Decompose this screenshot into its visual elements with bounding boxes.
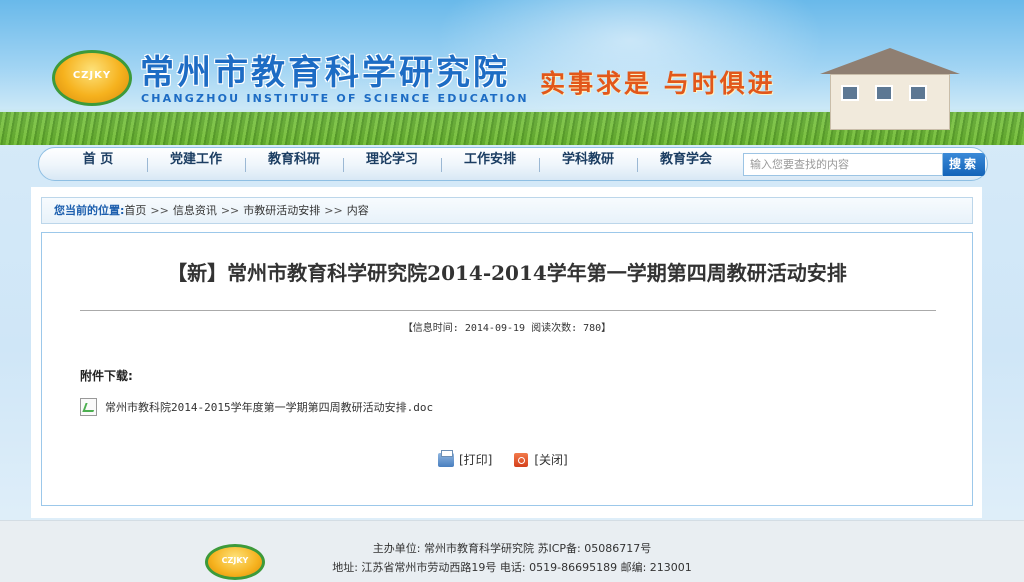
site-title: 常州市教育科学研究院: [140, 53, 510, 93]
breadcrumb-item-activity-schedule[interactable]: 市教研活动安排: [243, 198, 320, 223]
title-divider: [80, 310, 936, 311]
attachment-link[interactable]: 常州市教科院2014-2015学年度第一学期第四周教研活动安排.doc: [80, 398, 433, 416]
nav-item-education-society[interactable]: 教育学会: [637, 148, 735, 182]
footer: CZJKY 主办单位: 常州市教育科学研究院 苏ICP备: 05086717号 …: [0, 520, 1024, 582]
article-title: 【新】常州市教育科学研究院2014-2014学年第一学期第四周教研活动安排: [167, 261, 847, 285]
search-input[interactable]: 输入您要查找的内容: [743, 153, 943, 176]
breadcrumb-item-content: 内容: [346, 204, 369, 217]
close-button[interactable]: [关闭]: [514, 451, 568, 468]
article: 【新】常州市教育科学研究院2014-2014学年第一学期第四周教研活动安排 【信…: [41, 232, 973, 506]
footer-address: 地址: 江苏省常州市劳动西路19号 电话: 0519-86695189 邮编: …: [332, 561, 692, 574]
header-banner: CZJKY 常州市教育科学研究院 CHANGZHOU INSTITUTE OF …: [0, 0, 1024, 145]
logo-text: CZJKY: [72, 70, 112, 81]
breadcrumb-separator: >>: [220, 204, 240, 217]
article-actions: [打印] [关闭]: [438, 449, 568, 468]
content-panel: 您当前的位置: 首页 >> 信息资讯 >> 市教研活动安排 >> 内容 【新】常…: [31, 187, 982, 518]
nav-item-theory-study[interactable]: 理论学习: [343, 148, 441, 182]
house-illustration: [820, 48, 960, 130]
breadcrumb-separator: >>: [324, 204, 343, 217]
breadcrumb-item-home[interactable]: 首页: [124, 198, 146, 223]
nav-item-home[interactable]: 首 页: [49, 148, 147, 182]
print-button[interactable]: [打印]: [438, 449, 492, 468]
nav-items: 首 页 党建工作 教育科研 理论学习 工作安排 学科教研 教育学会: [49, 148, 735, 182]
site-subtitle: CHANGZHOU INSTITUTE OF SCIENCE EDUCATION: [141, 92, 529, 105]
slogan: 实事求是 与时俱进: [540, 69, 776, 98]
close-icon: [514, 452, 529, 467]
close-label[interactable]: [关闭]: [534, 451, 567, 468]
main-nav: 首 页 党建工作 教育科研 理论学习 工作安排 学科教研 教育学会 输入您要查找…: [38, 147, 988, 181]
nav-item-education-research[interactable]: 教育科研: [245, 148, 343, 182]
search-button[interactable]: 搜索: [943, 153, 985, 176]
attachment-label: 附件下载:: [80, 369, 133, 383]
nav-item-party-building[interactable]: 党建工作: [147, 148, 245, 182]
breadcrumb-item-news[interactable]: 信息资讯: [173, 198, 217, 223]
breadcrumb-label: 您当前的位置:: [54, 204, 125, 217]
document-icon: [80, 398, 97, 416]
site-logo[interactable]: CZJKY: [52, 50, 132, 106]
printer-icon: [438, 449, 454, 467]
nav-item-work-schedule[interactable]: 工作安排: [441, 148, 539, 182]
breadcrumb: 您当前的位置: 首页 >> 信息资讯 >> 市教研活动安排 >> 内容: [41, 197, 973, 224]
article-meta: 【信息时间: 2014-09-19 阅读次数: 780】: [402, 323, 612, 334]
footer-organizer: 主办单位: 常州市教育科学研究院 苏ICP备: 05086717号: [372, 542, 652, 555]
print-label[interactable]: [打印]: [459, 451, 492, 468]
breadcrumb-separator: >>: [150, 204, 169, 217]
nav-item-subject-research[interactable]: 学科教研: [539, 148, 637, 182]
attachment-name[interactable]: 常州市教科院2014-2015学年度第一学期第四周教研活动安排.doc: [105, 399, 433, 415]
